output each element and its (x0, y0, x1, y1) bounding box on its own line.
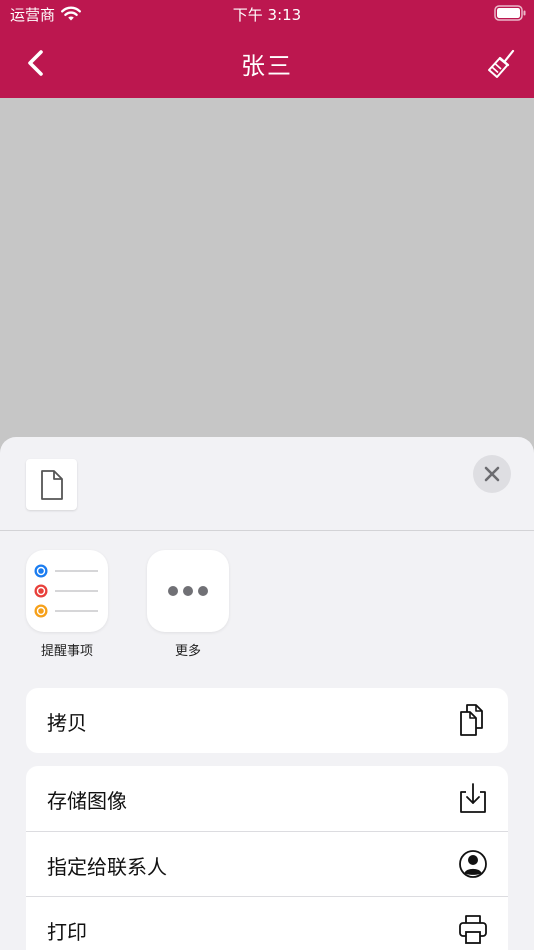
battery-icon (494, 5, 526, 21)
action-print[interactable]: 打印 (26, 896, 508, 950)
share-sheet: 提醒事项 更多 拷贝 存储图像 指定给联系人 打印 (0, 437, 534, 950)
action-label: 拷贝 (47, 711, 87, 735)
action-group-more: 存储图像 指定给联系人 打印 (26, 766, 508, 950)
action-copy[interactable]: 拷贝 (26, 688, 508, 753)
navigation-bar: 张三 (0, 26, 534, 98)
status-bar: 运营商 下午 3:13 (0, 0, 534, 26)
reminders-icon (26, 550, 108, 632)
broom-icon[interactable] (486, 46, 518, 80)
share-sheet-header (0, 437, 534, 531)
status-time: 下午 3:13 (232, 6, 302, 24)
copy-icon (460, 704, 483, 736)
action-label: 存储图像 (47, 789, 127, 813)
action-assign-contact[interactable]: 指定给联系人 (26, 831, 508, 896)
app-label: 更多 (174, 644, 201, 659)
document-preview (26, 459, 77, 510)
app-reminders[interactable]: 提醒事项 (17, 550, 117, 659)
document-icon (40, 469, 63, 500)
close-button[interactable] (473, 455, 511, 493)
action-save-image[interactable]: 存储图像 (26, 766, 508, 831)
save-image-icon (460, 783, 486, 813)
action-label: 指定给联系人 (47, 855, 167, 879)
contact-icon (459, 850, 487, 878)
page-title: 张三 (241, 52, 293, 80)
action-label: 打印 (47, 920, 87, 944)
action-group-copy: 拷贝 (26, 688, 508, 753)
app-more[interactable]: 更多 (138, 550, 238, 659)
print-icon (459, 915, 487, 944)
app-label: 提醒事项 (40, 644, 93, 659)
close-icon (484, 466, 500, 482)
more-icon (147, 550, 229, 632)
share-app-row: 提醒事项 更多 (0, 550, 534, 660)
